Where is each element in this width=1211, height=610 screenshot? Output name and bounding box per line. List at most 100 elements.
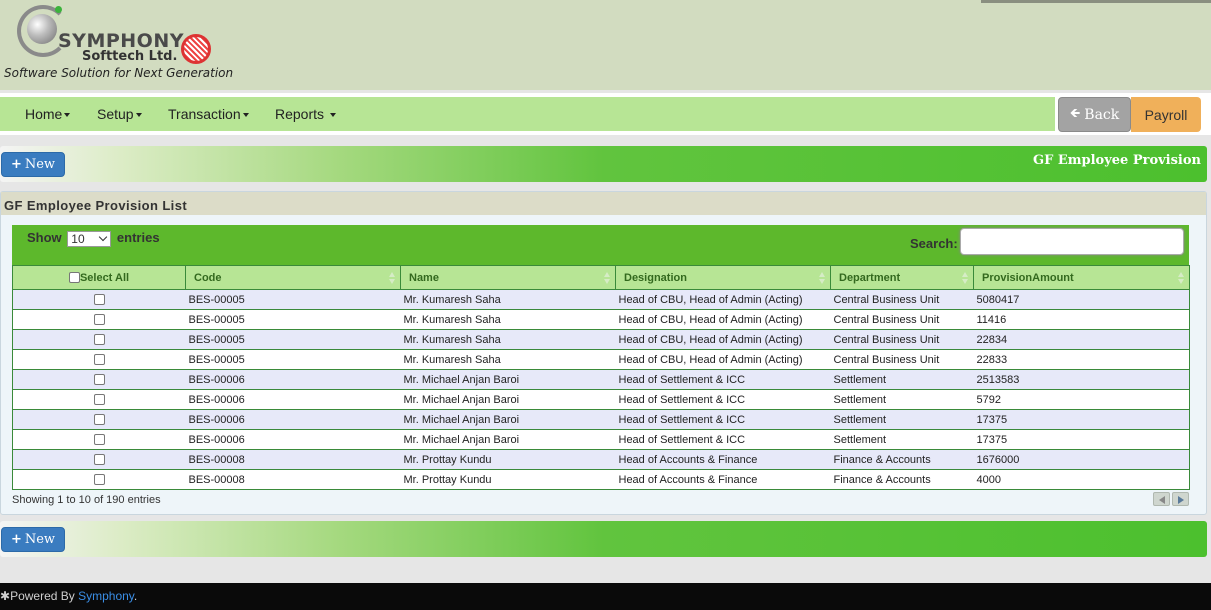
cell-name: Mr. Michael Anjan Baroi	[400, 369, 616, 390]
caret-down-icon	[329, 113, 336, 118]
cell-code: BES-00005	[185, 309, 401, 330]
cell-amount: 4000	[973, 469, 1190, 490]
logo-dot-icon	[55, 6, 62, 13]
row-checkbox[interactable]	[93, 414, 105, 426]
nav-home[interactable]: Home	[25, 106, 71, 122]
panel-title: GF Employee Provision List	[4, 198, 188, 213]
cell-name: Mr. Kumaresh Saha	[400, 289, 616, 310]
column-header-code[interactable]: Code	[185, 265, 401, 290]
row-select-cell	[12, 289, 186, 310]
cell-code: BES-00008	[185, 469, 401, 490]
header-shadow	[981, 0, 1211, 3]
payroll-button[interactable]: Payroll	[1131, 97, 1201, 132]
row-checkbox[interactable]	[93, 454, 105, 466]
navbar-menu: Home Setup Transaction Reports	[0, 97, 1055, 131]
plus-icon: +	[10, 157, 22, 172]
cell-amount: 17375	[973, 429, 1190, 450]
footer-link[interactable]: Symphony	[78, 589, 134, 603]
show-label: Show	[27, 230, 62, 245]
column-header-designation[interactable]: Designation	[615, 265, 831, 290]
row-select-cell	[12, 449, 186, 470]
asterisk-icon: ✱	[0, 589, 11, 603]
previous-page-button[interactable]	[1153, 492, 1170, 506]
entries-label: entries	[116, 230, 160, 245]
row-checkbox[interactable]	[93, 314, 105, 326]
cell-code: BES-00005	[185, 329, 401, 350]
nav-setup[interactable]: Setup	[97, 106, 142, 122]
row-checkbox[interactable]	[93, 374, 105, 386]
table-row: BES-00008 Mr. Prottay Kundu Head of Acco…	[12, 469, 1190, 490]
row-checkbox[interactable]	[93, 334, 105, 346]
cell-designation: Head of Settlement & ICC	[615, 389, 831, 410]
row-checkbox[interactable]	[93, 394, 105, 406]
column-header-label: Designation	[624, 271, 687, 284]
cell-department: Central Business Unit	[830, 289, 974, 310]
entries-select-value: 10	[71, 231, 85, 246]
cell-code: BES-00005	[185, 289, 401, 310]
cell-department: Central Business Unit	[830, 349, 974, 370]
nav-home-label: Home	[25, 106, 63, 122]
select-all-checkbox[interactable]	[68, 272, 80, 284]
table-row: BES-00006 Mr. Michael Anjan Baroi Head o…	[12, 369, 1190, 390]
row-select-cell	[12, 389, 186, 410]
column-header-label: Code	[194, 271, 222, 284]
nav-reports[interactable]: Reports	[275, 106, 336, 122]
row-checkbox[interactable]	[93, 474, 105, 486]
row-checkbox[interactable]	[93, 294, 105, 306]
cell-amount: 5792	[973, 389, 1190, 410]
cell-code: BES-00006	[185, 429, 401, 450]
table-row: BES-00005 Mr. Kumaresh Saha Head of CBU,…	[12, 349, 1190, 370]
cell-designation: Head of Accounts & Finance	[615, 449, 831, 470]
provision-table: Select All Code Name Designation Departm…	[12, 265, 1190, 490]
entries-select[interactable]: 10	[67, 230, 112, 247]
table-row: BES-00005 Mr. Kumaresh Saha Head of CBU,…	[12, 309, 1190, 330]
new-button-bottom[interactable]: + New	[1, 527, 65, 552]
cell-name: Mr. Michael Anjan Baroi	[400, 409, 616, 430]
row-checkbox[interactable]	[93, 434, 105, 446]
bottom-action-band: + New	[0, 521, 1207, 557]
row-select-cell	[12, 429, 186, 450]
cell-department: Central Business Unit	[830, 309, 974, 330]
cell-name: Mr. Prottay Kundu	[400, 449, 616, 470]
new-button-top[interactable]: + New	[1, 152, 65, 177]
cell-name: Mr. Michael Anjan Baroi	[400, 429, 616, 450]
top-action-band: + New GF Employee Provision	[0, 146, 1207, 182]
arrow-left-icon	[1159, 496, 1165, 504]
column-header-department[interactable]: Department	[830, 265, 974, 290]
row-select-cell	[12, 369, 186, 390]
select-all-label: Select All	[79, 271, 130, 284]
cell-amount: 5080417	[973, 289, 1190, 310]
sort-icon	[962, 272, 969, 284]
back-button-label: Back	[1084, 106, 1120, 123]
search-input[interactable]	[960, 228, 1184, 255]
cell-designation: Head of Settlement & ICC	[615, 369, 831, 390]
next-page-button[interactable]	[1172, 492, 1189, 506]
seal-icon	[181, 34, 211, 64]
plus-icon: +	[10, 532, 22, 547]
cell-name: Mr. Michael Anjan Baroi	[400, 389, 616, 410]
datatable-controls: Show 10 entries Search:	[12, 225, 1189, 265]
cell-name: Mr. Kumaresh Saha	[400, 349, 616, 370]
cell-department: Finance & Accounts	[830, 449, 974, 470]
caret-down-icon	[64, 113, 71, 118]
select-all-header[interactable]: Select All	[12, 265, 186, 290]
header: SYMPHONY Softtech Ltd. Software Solution…	[0, 0, 1211, 90]
arrow-left-icon: 🡸	[1069, 105, 1081, 121]
cell-amount: 11416	[973, 309, 1190, 330]
cell-name: Mr. Kumaresh Saha	[400, 329, 616, 350]
cell-designation: Head of Accounts & Finance	[615, 469, 831, 490]
row-checkbox[interactable]	[93, 354, 105, 366]
footer-suffix: .	[133, 589, 138, 603]
chevron-down-icon	[99, 232, 108, 241]
column-header-name[interactable]: Name	[400, 265, 616, 290]
nav-transaction[interactable]: Transaction	[168, 106, 249, 122]
cell-designation: Head of Settlement & ICC	[615, 429, 831, 450]
logo-globe-icon	[27, 14, 57, 44]
cell-code: BES-00006	[185, 409, 401, 430]
row-select-cell	[12, 469, 186, 490]
cell-name: Mr. Prottay Kundu	[400, 469, 616, 490]
column-header-provision-amount[interactable]: ProvisionAmount	[973, 265, 1190, 290]
cell-code: BES-00006	[185, 369, 401, 390]
back-button[interactable]: 🡸 Back	[1058, 97, 1131, 132]
sort-icon	[389, 272, 396, 284]
